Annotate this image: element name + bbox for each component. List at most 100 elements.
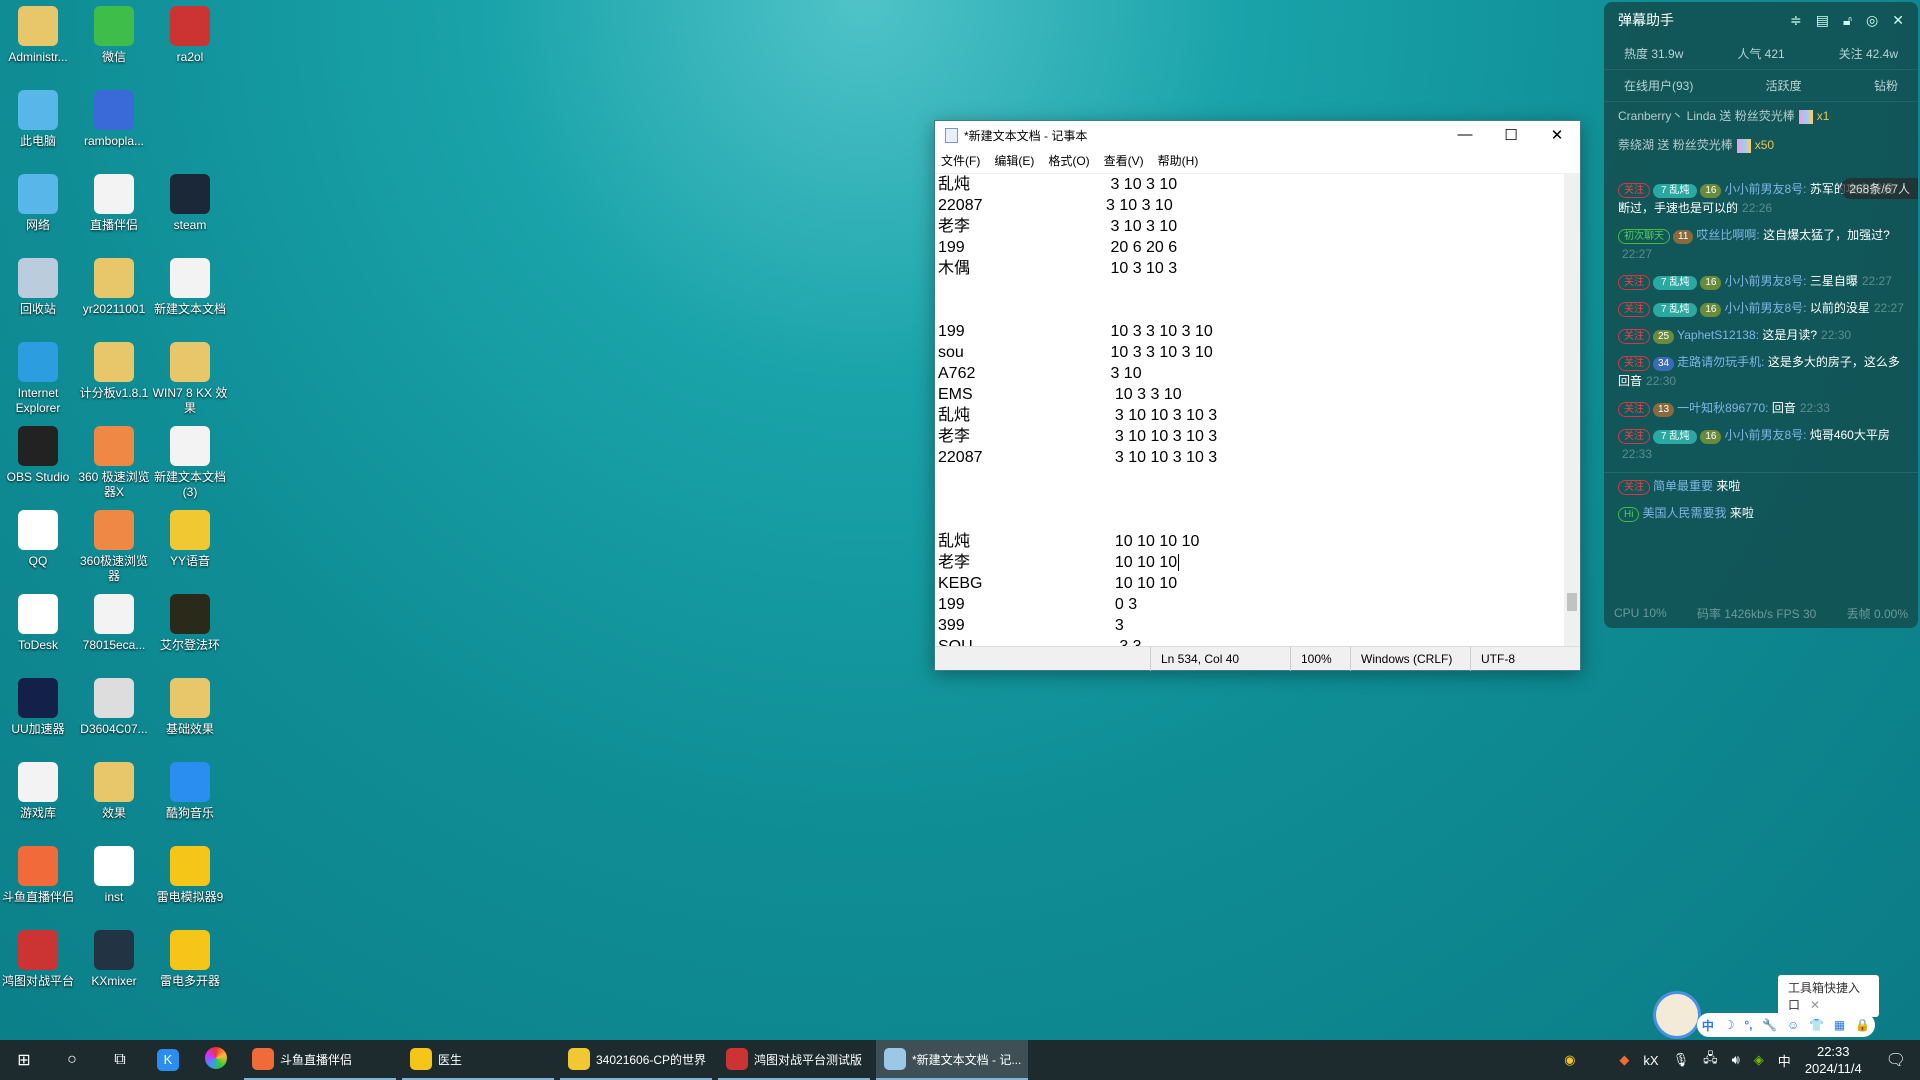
text-editor[interactable]: 乱炖 3 10 3 10 22087 3 10 3 10 老李 3 10 3 10 19… xyxy=(935,173,1564,647)
chat-message[interactable]: 初次聊天 11 哎丝比啊啊: 这自爆太猛了，加强过? 22:27 xyxy=(1604,222,1918,268)
kxmixer-tray-icon[interactable]: kX xyxy=(1643,1053,1658,1068)
lock-icon[interactable]: 🔓︎ xyxy=(1843,12,1852,29)
follow-tag[interactable]: 关注 xyxy=(1618,429,1650,444)
desktop-icon[interactable]: 游戏库 xyxy=(0,762,77,821)
hi-badge[interactable]: Hi xyxy=(1618,507,1640,522)
ime-indicator[interactable]: 中 xyxy=(1778,1051,1791,1070)
username[interactable]: 一叶知秋896770: xyxy=(1677,401,1768,415)
desktop-icon[interactable]: 微信 xyxy=(75,6,153,65)
username[interactable]: 小小前男友8号: xyxy=(1724,301,1806,315)
ime-tool-3[interactable]: 🔧 xyxy=(1762,1018,1777,1032)
username[interactable]: 小小前男友8号: xyxy=(1724,428,1806,442)
desktop-icon[interactable]: 鸿图对战平台 xyxy=(0,930,77,989)
desktop-icon[interactable]: YY语音 xyxy=(151,510,229,569)
desktop-icon[interactable]: UU加速器 xyxy=(0,678,77,737)
chat-message[interactable]: 关注 7 乱炖 16 小小前男友8号: 炖哥460大平房 22:33 xyxy=(1604,422,1918,468)
desktop-icon[interactable]: 新建文本文档 (3) xyxy=(151,426,229,500)
desktop-icon[interactable]: 基础效果 xyxy=(151,678,229,737)
taskbar-app[interactable]: *新建文本文档 - 记... xyxy=(876,1040,1028,1080)
settings-icon[interactable]: ◎ xyxy=(1866,12,1878,29)
list-icon[interactable]: ▤ xyxy=(1816,12,1829,29)
desktop-icon[interactable]: 斗鱼直播伴侣 xyxy=(0,846,77,905)
taskbar-app[interactable]: 医生 xyxy=(402,1040,554,1080)
chat-message[interactable]: 关注 7 乱炖 16 小小前男友8号: 三星自曝 22:27 xyxy=(1604,268,1918,295)
username[interactable]: 小小前男友8号: xyxy=(1724,182,1806,196)
menu-help[interactable]: 帮助(H) xyxy=(1158,152,1199,169)
desktop-icon[interactable]: 360 极速浏览器X xyxy=(75,426,153,500)
desktop-icon[interactable]: 78015eca... xyxy=(75,594,153,653)
desktop-icon[interactable]: inst xyxy=(75,846,153,905)
desktop-icon[interactable]: D3604C07... xyxy=(75,678,153,737)
follow-tag[interactable]: 关注 xyxy=(1618,275,1650,290)
username[interactable]: 哎丝比啊啊: xyxy=(1696,228,1759,242)
close-button[interactable]: ✕ xyxy=(1534,126,1580,144)
ldplayer-tray-icon[interactable]: ◉ xyxy=(1564,1052,1575,1068)
desktop-icon[interactable]: 360极速浏览器 xyxy=(75,510,153,584)
follow-tag[interactable]: 关注 xyxy=(1618,329,1650,344)
username[interactable]: 简单最重要 xyxy=(1653,479,1713,493)
follow-tag[interactable]: 关注 xyxy=(1618,183,1650,198)
close-icon[interactable]: ✕ xyxy=(1892,12,1904,29)
clock[interactable]: 22:33 2024/11/4 xyxy=(1805,1043,1862,1077)
desktop-icon[interactable]: 网络 xyxy=(0,174,77,233)
taskbar-app[interactable]: 34021606-CP的世界 xyxy=(560,1040,712,1080)
desktop-icon[interactable]: ToDesk xyxy=(0,594,77,653)
username[interactable]: 走路请勿玩手机: xyxy=(1677,355,1764,369)
minimize-button[interactable]: — xyxy=(1442,126,1488,144)
follow-tag[interactable]: 关注 xyxy=(1618,356,1650,371)
desktop-icon[interactable]: steam xyxy=(151,174,229,233)
ime-tool-2[interactable]: °, xyxy=(1744,1018,1752,1032)
desktop-icon[interactable]: 直播伴侣 xyxy=(75,174,153,233)
microphone-icon[interactable]: 🎙︎ xyxy=(1673,1052,1690,1068)
desktop-icon[interactable]: 此电脑 xyxy=(0,90,77,149)
desktop-icon[interactable]: yr20211001 xyxy=(75,258,153,317)
scrollbar-thumb[interactable] xyxy=(1567,593,1577,611)
ime-tool-4[interactable]: ☺ xyxy=(1787,1018,1799,1032)
vertical-scrollbar[interactable] xyxy=(1564,173,1580,647)
desktop-icon[interactable]: ra2ol xyxy=(151,6,229,65)
tab-diamond-fans[interactable]: 钻粉 xyxy=(1874,77,1898,94)
follow-tag[interactable]: 关注 xyxy=(1618,302,1650,317)
title-bar[interactable]: *新建文本文档 - 记事本 — ☐ ✕ xyxy=(935,121,1580,149)
avatar[interactable] xyxy=(1653,991,1701,1039)
menu-edit[interactable]: 编辑(E) xyxy=(994,152,1034,169)
browser-360-pinned-icon[interactable] xyxy=(192,1046,240,1074)
username[interactable]: 小小前男友8号: xyxy=(1724,274,1806,288)
tab-activity[interactable]: 活跃度 xyxy=(1766,77,1802,94)
kugou-pinned-icon[interactable]: K xyxy=(144,1049,192,1071)
network-icon[interactable]: 🖧︎ xyxy=(1703,1049,1718,1071)
follow-tag[interactable]: 关注 xyxy=(1618,402,1650,417)
desktop-icon[interactable]: 雷电模拟器9 xyxy=(151,846,229,905)
desktop-icon[interactable]: 新建文本文档 xyxy=(151,258,229,317)
notification-icon[interactable]: 🗨︎ xyxy=(1886,1050,1906,1070)
chat-message[interactable]: 关注 13 一叶知秋896770: 回音 22:33 xyxy=(1604,395,1918,422)
ime-tool-7[interactable]: 🔒 xyxy=(1855,1018,1870,1032)
ime-tool-6[interactable]: ▦ xyxy=(1834,1018,1845,1032)
desktop-icon[interactable]: Administr... xyxy=(0,6,77,65)
nvidia-icon[interactable]: ◈ xyxy=(1754,1052,1764,1068)
username[interactable]: 美国人民需要我 xyxy=(1642,506,1726,520)
close-icon[interactable]: ✕ xyxy=(1810,998,1820,1012)
desktop-icon[interactable]: ramboplа... xyxy=(75,90,153,149)
desktop-icon[interactable]: 效果 xyxy=(75,762,153,821)
start-button[interactable]: ⊞ xyxy=(0,1050,48,1070)
desktop-icon[interactable]: 回收站 xyxy=(0,258,77,317)
follow-tag[interactable]: 初次聊天 xyxy=(1618,229,1670,244)
desktop-icon[interactable]: KXmixer xyxy=(75,930,153,989)
desktop-icon[interactable]: OBS Studio xyxy=(0,426,77,485)
desktop-icon[interactable]: QQ xyxy=(0,510,77,569)
desktop-icon[interactable]: 酷狗音乐 xyxy=(151,762,229,821)
search-button[interactable]: ○ xyxy=(48,1051,96,1069)
ime-tool-5[interactable]: 👕 xyxy=(1809,1018,1824,1032)
menu-file[interactable]: 文件(F) xyxy=(941,152,980,169)
chat-message[interactable]: 关注 7 乱炖 16 小小前男友8号: 以前的没星 22:27 xyxy=(1604,295,1918,322)
maximize-button[interactable]: ☐ xyxy=(1488,126,1534,144)
desktop-icon[interactable]: 艾尔登法环 xyxy=(151,594,229,653)
desktop-icon[interactable]: Internet Explorer xyxy=(0,342,77,416)
desktop-icon[interactable]: 雷电多开器 xyxy=(151,930,229,989)
desktop-icon[interactable]: WIN7 8 KX 效果 xyxy=(151,342,229,416)
chat-message[interactable]: 关注 34 走路请勿玩手机: 这是多大的房子，这么多回音 22:30 xyxy=(1604,349,1918,395)
volume-icon[interactable]: 🔊︎ xyxy=(1732,1052,1740,1068)
taskbar-app[interactable]: 鸿图对战平台测试版 xyxy=(718,1040,870,1080)
username[interactable]: YaphetS12138: xyxy=(1677,328,1759,342)
